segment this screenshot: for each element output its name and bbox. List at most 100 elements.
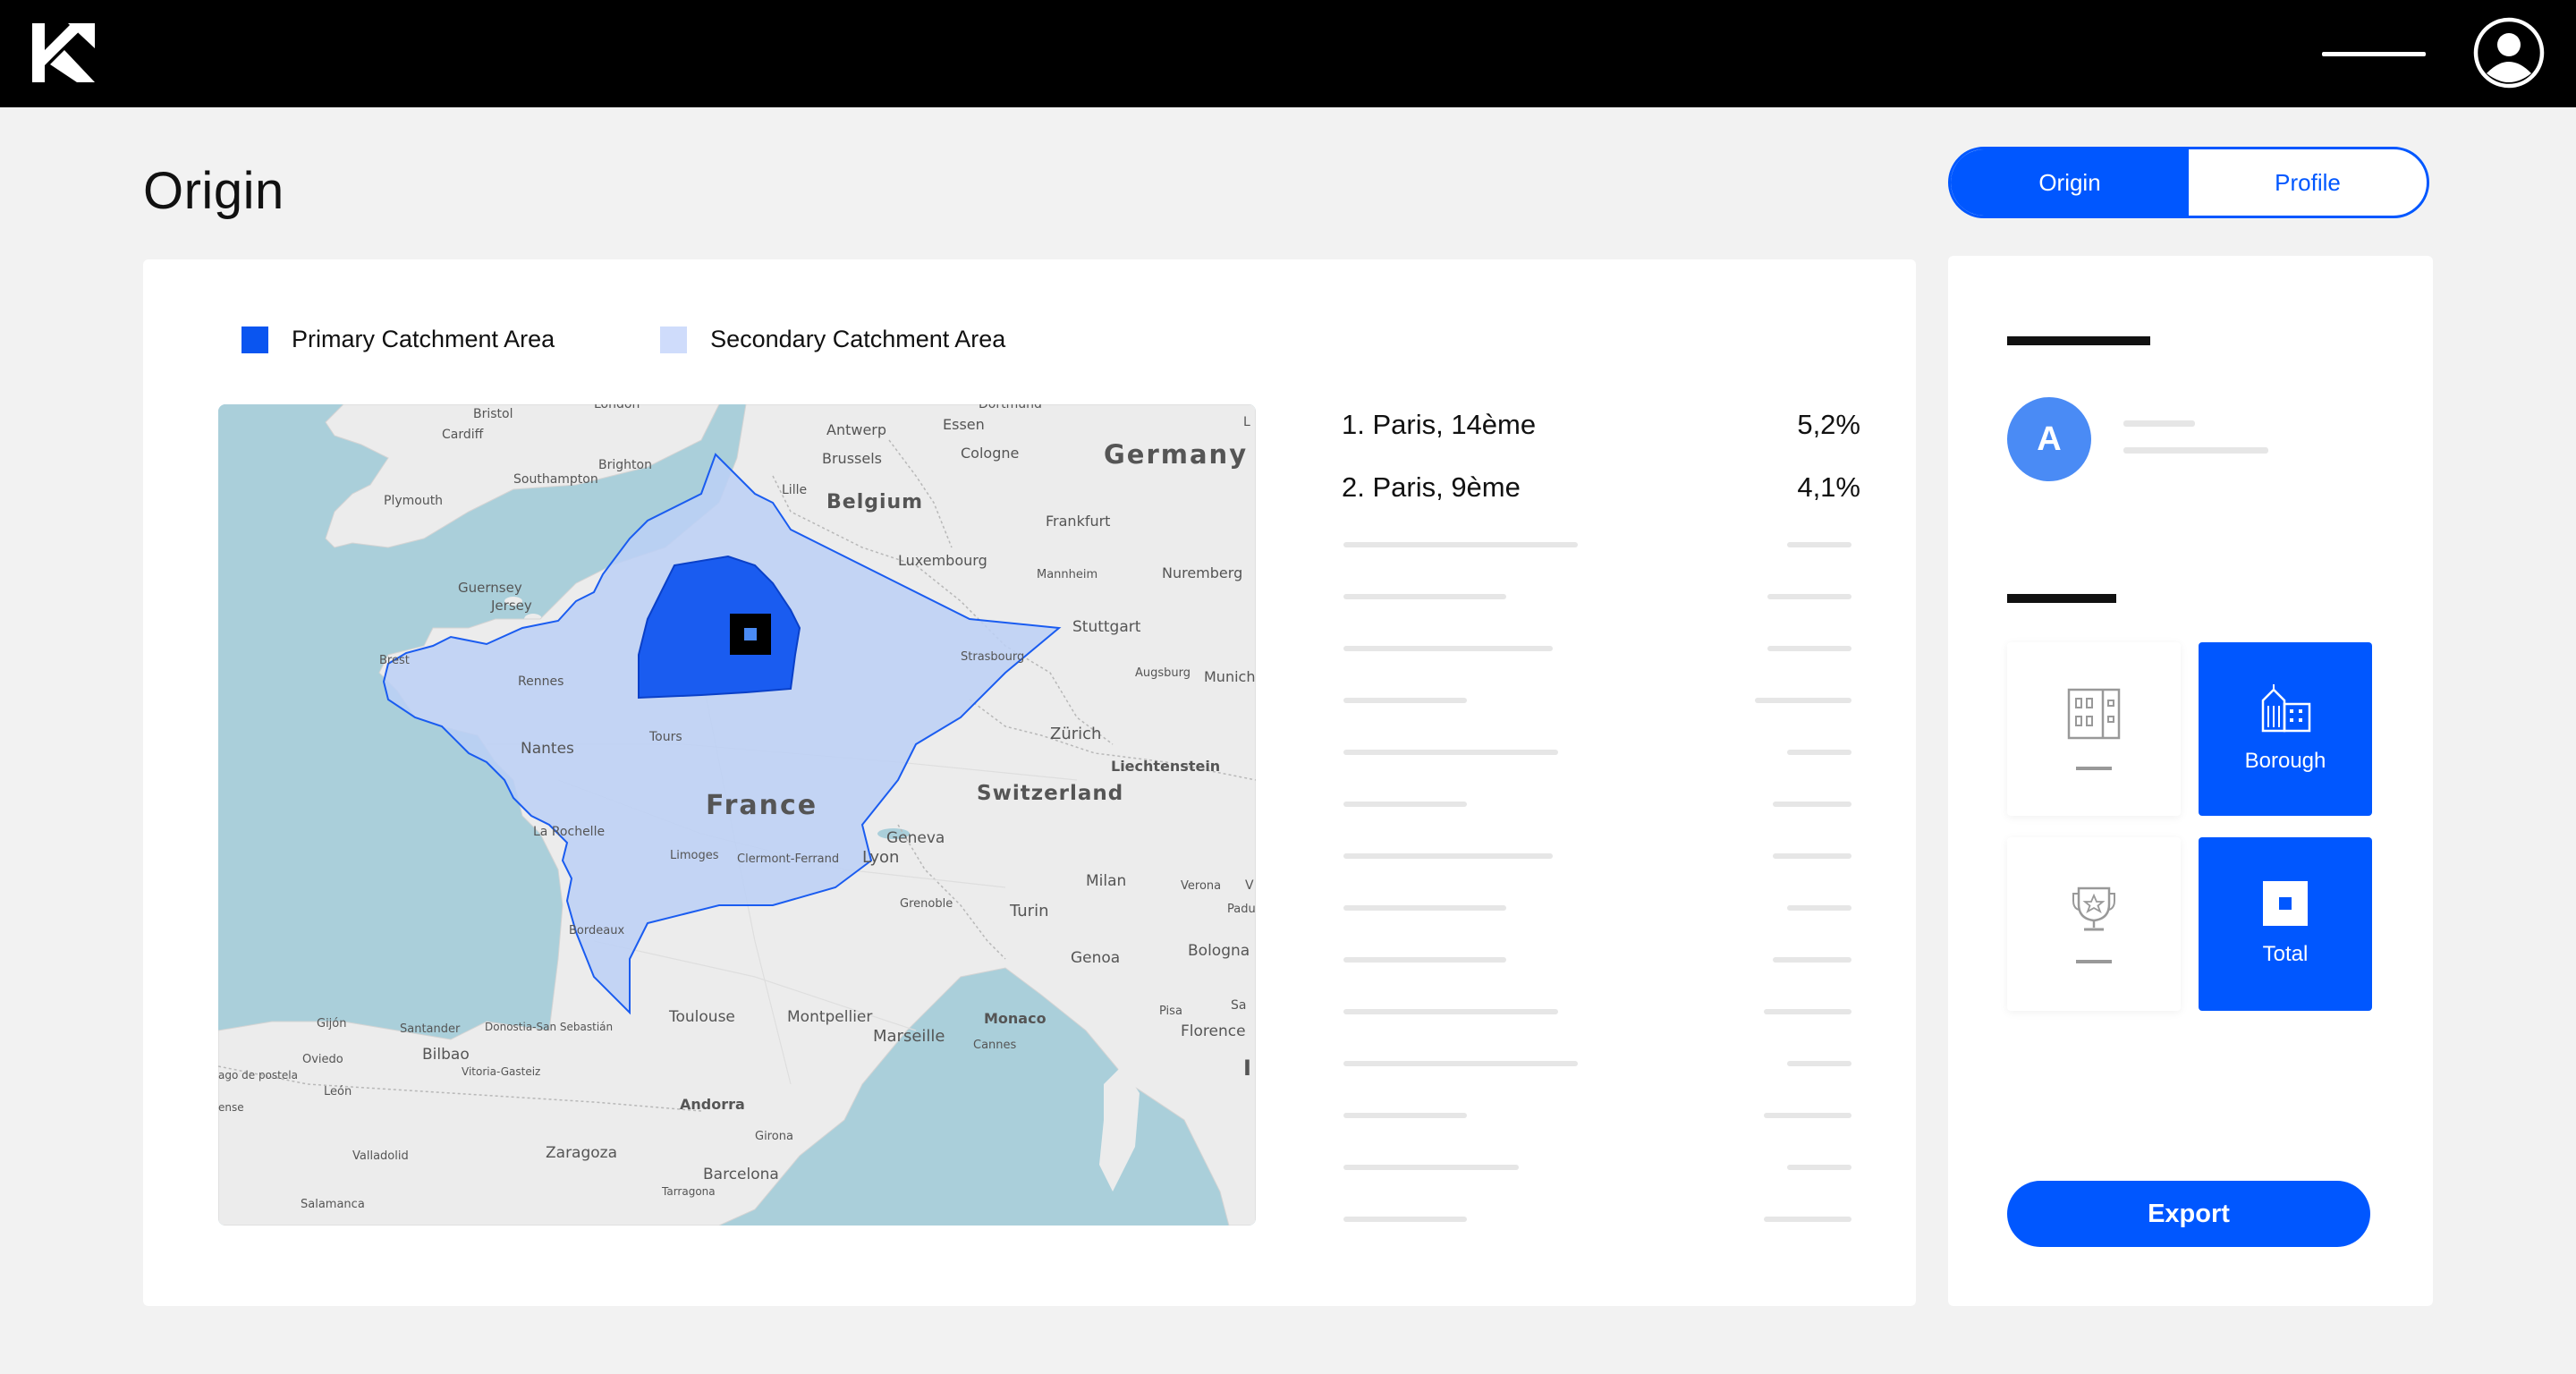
- legend-primary-label: Primary Catchment Area: [292, 326, 555, 352]
- label-santiago: ago de postela: [218, 1069, 298, 1081]
- label-leon: León: [324, 1085, 352, 1098]
- placeholder-row: [1342, 726, 1860, 778]
- label-bordeaux: Bordeaux: [569, 924, 624, 937]
- tile-trophy[interactable]: [2007, 837, 2181, 1011]
- ranking-value: 5,2%: [1797, 409, 1860, 440]
- side-subheading-placeholder: [2007, 594, 2116, 603]
- ranking-name: 1. Paris, 14ème: [1342, 409, 1537, 440]
- k-logo[interactable]: [32, 23, 95, 82]
- label-limoges: Limoges: [670, 849, 719, 862]
- legend-secondary-label: Secondary Catchment Area: [710, 326, 1006, 352]
- label-plymouth: Plymouth: [384, 494, 443, 508]
- label-nantes: Nantes: [521, 740, 574, 758]
- label-san: Sa: [1231, 998, 1246, 1013]
- tile-dash: [2076, 960, 2112, 963]
- label-strasbourg: Strasbourg: [961, 650, 1024, 664]
- label-monaco: Monaco: [984, 1010, 1046, 1027]
- tile-total[interactable]: Total: [2199, 837, 2372, 1011]
- tile-borough-label: Borough: [2244, 749, 2326, 773]
- label-donostia: Donostia-San Sebastián: [485, 1021, 613, 1033]
- ranking-row[interactable]: 1. Paris, 14ème 5,2%: [1342, 394, 1860, 456]
- label-geneva: Geneva: [886, 829, 945, 847]
- label-verona: Verona: [1181, 879, 1221, 893]
- catchment-map[interactable]: Bristol London Cardiff Dortmund Brighton…: [218, 404, 1256, 1226]
- label-grenoble: Grenoble: [900, 897, 953, 911]
- label-santander: Santander: [400, 1022, 461, 1036]
- toggle-profile[interactable]: Profile: [2189, 149, 2427, 216]
- placeholder-row: [1342, 623, 1860, 674]
- label-florence: Florence: [1181, 1022, 1246, 1040]
- label-munich: Munich: [1204, 668, 1255, 685]
- label-frankfurt: Frankfurt: [1046, 513, 1110, 530]
- placeholder-row: [1342, 519, 1860, 571]
- square-dot-icon: [2263, 881, 2308, 926]
- tile-building[interactable]: [2007, 642, 2181, 816]
- label-turin: Turin: [1009, 902, 1048, 920]
- label-marseille: Marseille: [873, 1027, 945, 1046]
- placeholder-row: [1342, 1038, 1860, 1090]
- label-pisa: Pisa: [1159, 1005, 1182, 1018]
- ranking-name: 2. Paris, 9ème: [1342, 471, 1521, 503]
- page-title: Origin: [143, 162, 284, 220]
- label-italy-edge: I: [1243, 1056, 1251, 1081]
- label-augsburg: Augsburg: [1135, 666, 1191, 680]
- placeholder-row: [1342, 1090, 1860, 1141]
- avatar-name-placeholder: [2123, 420, 2195, 427]
- label-brussels: Brussels: [822, 450, 882, 467]
- legend-primary: Primary Catchment Area: [242, 326, 555, 353]
- label-london: London: [594, 404, 640, 411]
- avatar[interactable]: A: [2007, 397, 2091, 481]
- label-salamanca: Salamanca: [301, 1198, 365, 1211]
- avatar-detail-placeholder: [2123, 447, 2268, 454]
- label-france: France: [706, 790, 818, 821]
- label-brighton: Brighton: [598, 458, 652, 472]
- label-switzerland: Switzerland: [977, 782, 1123, 805]
- map-svg[interactable]: Bristol London Cardiff Dortmund Brighton…: [218, 404, 1256, 1226]
- label-jersey: Jersey: [490, 598, 532, 614]
- label-lyon: Lyon: [862, 848, 899, 867]
- label-essen: Essen: [943, 416, 985, 433]
- label-edge-v: V: [1245, 878, 1254, 893]
- label-milan: Milan: [1086, 872, 1126, 890]
- label-bristol: Bristol: [473, 407, 513, 421]
- placeholder-row: [1342, 882, 1860, 934]
- label-toulouse: Toulouse: [668, 1008, 735, 1026]
- label-tours: Tours: [648, 730, 682, 744]
- label-nuremberg: Nuremberg: [1162, 564, 1242, 581]
- label-la-rochelle: La Rochelle: [533, 825, 605, 839]
- label-cardiff: Cardiff: [442, 428, 484, 442]
- label-mannheim: Mannheim: [1037, 568, 1097, 581]
- menu-line-icon[interactable]: [2322, 52, 2426, 56]
- ranking-row[interactable]: 2. Paris, 9ème 4,1%: [1342, 456, 1860, 519]
- label-gijon: Gijón: [317, 1017, 347, 1030]
- label-montpellier: Montpellier: [787, 1008, 872, 1026]
- label-brest: Brest: [379, 654, 410, 667]
- side-heading-placeholder: [2007, 336, 2150, 345]
- label-luxembourg: Luxembourg: [898, 552, 987, 569]
- label-vitoria: Vitoria-Gasteiz: [462, 1065, 540, 1078]
- tile-borough[interactable]: Borough: [2199, 642, 2372, 816]
- placeholder-row: [1342, 986, 1860, 1038]
- label-stuttgart: Stuttgart: [1072, 618, 1141, 636]
- export-button[interactable]: Export: [2007, 1181, 2370, 1247]
- placeholder-row: [1342, 778, 1860, 830]
- city-buildings-icon: [2261, 684, 2311, 733]
- placeholder-row: [1342, 1193, 1860, 1245]
- label-southampton: Southampton: [513, 472, 598, 487]
- label-tarragona: Tarragona: [661, 1185, 716, 1198]
- label-andorra: Andorra: [680, 1096, 745, 1113]
- toggle-origin[interactable]: Origin: [1951, 149, 2189, 216]
- user-circle-icon[interactable]: [2472, 16, 2546, 89]
- top-bar: [0, 0, 2576, 107]
- label-edge-l: L: [1243, 415, 1250, 429]
- label-zaragoza: Zaragoza: [546, 1144, 617, 1162]
- label-zurich: Zürich: [1050, 725, 1101, 743]
- label-antwerp: Antwerp: [826, 421, 886, 438]
- label-bologna: Bologna: [1188, 942, 1250, 960]
- label-liechtenstein: Liechtenstein: [1111, 758, 1220, 775]
- label-barcelona: Barcelona: [703, 1166, 779, 1183]
- main-card: Primary Catchment Area Secondary Catchme…: [143, 259, 1916, 1306]
- view-toggle: Origin Profile: [1948, 147, 2429, 218]
- label-rennes: Rennes: [518, 674, 564, 689]
- placeholder-row: [1342, 674, 1860, 726]
